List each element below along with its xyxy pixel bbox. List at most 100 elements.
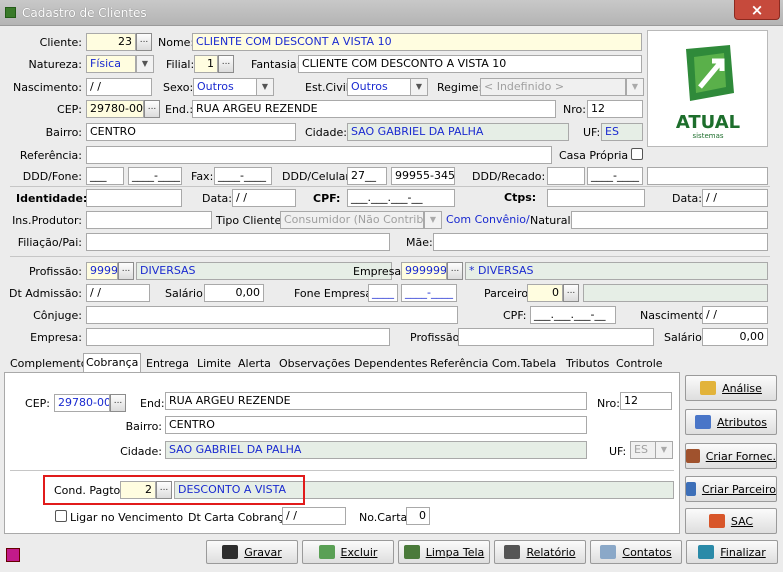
nome-field[interactable]: CLIENTE COM DESCONT A VISTA 10	[192, 33, 642, 51]
contatos-button[interactable]: Contatos	[590, 540, 682, 564]
parceiro-code-field[interactable]: 0	[527, 284, 563, 302]
natureza-dropdown-icon[interactable]: ▼	[136, 55, 154, 73]
nocarta-field[interactable]: 0	[406, 507, 430, 525]
identidade-field[interactable]	[86, 189, 182, 207]
parceiro-desc-field[interactable]	[583, 284, 768, 302]
nasc2-field[interactable]: / /	[702, 306, 768, 324]
dtcarta-field[interactable]: / /	[282, 507, 346, 525]
dddrec-ddd-field[interactable]	[547, 167, 585, 185]
insprod-field[interactable]	[86, 211, 212, 229]
cep-search-button[interactable]: ...	[144, 100, 160, 118]
cep-field[interactable]: 29780-000	[86, 100, 144, 118]
tab-referencia-com[interactable]: Referência Com.	[428, 355, 523, 373]
cob-uf-dropdown-icon[interactable]: ▼	[655, 441, 673, 459]
data1-field[interactable]: / /	[232, 189, 296, 207]
nascimento-field[interactable]: / /	[86, 78, 152, 96]
relatorio-button[interactable]: Relatório	[494, 540, 586, 564]
salario2-field[interactable]: 0,00	[702, 328, 768, 346]
empresa-desc-field[interactable]: * DIVERSAS	[465, 262, 768, 280]
uf-field[interactable]: ES	[601, 123, 643, 141]
excluir-button[interactable]: Excluir	[302, 540, 394, 564]
cob-cidade-field[interactable]: SAO GABRIEL DA PALHA	[165, 441, 587, 459]
cob-cep-field[interactable]: 29780-000	[54, 394, 110, 412]
filial-field[interactable]: 1	[194, 55, 218, 73]
dddfone-ddd-field[interactable]: ___	[86, 167, 124, 185]
dddrec-number-field[interactable]: ____-____	[587, 167, 643, 185]
sexo-dropdown-icon[interactable]: ▼	[256, 78, 274, 96]
close-button[interactable]: ×	[734, 0, 780, 20]
tab-cobranca[interactable]: Cobrança	[83, 353, 142, 373]
nro-field[interactable]: 12	[587, 100, 643, 118]
data2-field[interactable]: / /	[702, 189, 768, 207]
bairro-label: Bairro:	[45, 126, 82, 139]
cliente-code-field[interactable]: 23	[86, 33, 136, 51]
empresa2-field[interactable]	[86, 328, 390, 346]
tipocli-select[interactable]: Consumidor (Não Contribuinte	[280, 211, 424, 229]
tipocli-dropdown-icon[interactable]: ▼	[424, 211, 442, 229]
cob-uf-select[interactable]: ES	[630, 441, 656, 459]
estcivil-select[interactable]: Outros	[347, 78, 411, 96]
cob-end-field[interactable]: RUA ARGEU REZENDE	[165, 392, 587, 410]
criar-parceiro-button[interactable]: Criar Parceiro	[685, 476, 777, 502]
finalizar-button[interactable]: Finalizar	[686, 540, 778, 564]
tab-controle[interactable]: Controle	[614, 355, 665, 373]
cpf2-field[interactable]: ___.___.___-__	[530, 306, 616, 324]
filiacao-field[interactable]	[86, 233, 390, 251]
tab-observacoes[interactable]: Observações	[277, 355, 352, 373]
tab-dependentes[interactable]: Dependentes	[352, 355, 430, 373]
foneempresa-ddd-field[interactable]: ____	[368, 284, 398, 302]
tab-limite[interactable]: Limite	[195, 355, 233, 373]
filial-search-button[interactable]: ...	[218, 55, 234, 73]
tab-alerta[interactable]: Alerta	[236, 355, 273, 373]
ctps-field[interactable]	[547, 189, 645, 207]
limpa-tela-button[interactable]: Limpa Tela	[398, 540, 490, 564]
dddfone-number-field[interactable]: ____-____	[128, 167, 182, 185]
bairro-field[interactable]: CENTRO	[86, 123, 296, 141]
tab-complemento[interactable]: Complemento	[8, 355, 89, 373]
tab-entrega[interactable]: Entrega	[144, 355, 191, 373]
natureza-select[interactable]: Física	[86, 55, 136, 73]
profissao-search-button[interactable]: ...	[118, 262, 134, 280]
regime-dropdown-icon[interactable]: ▼	[626, 78, 644, 96]
tab-tributos[interactable]: Tributos	[564, 355, 611, 373]
salario-field[interactable]: 0,00	[204, 284, 264, 302]
ligar-vencimento-checkbox[interactable]	[55, 510, 67, 522]
cpf-field[interactable]: ___.___.___-__	[347, 189, 455, 207]
referencia-field[interactable]	[86, 146, 552, 164]
dddrec-extra-field[interactable]	[647, 167, 768, 185]
parceiro-search-button[interactable]: ...	[563, 284, 579, 302]
empresa-code-field[interactable]: 999999	[401, 262, 447, 280]
fax-field[interactable]: ____-____	[214, 167, 272, 185]
regime-select[interactable]: < Indefinido >	[480, 78, 626, 96]
excluir-label: Excluir	[340, 545, 378, 559]
dddcel-ddd-field[interactable]: 27__	[347, 167, 387, 185]
cob-bairro-field[interactable]: CENTRO	[165, 416, 587, 434]
tab-tabela[interactable]: Tabela	[519, 355, 558, 373]
sexo-select[interactable]: Outros	[193, 78, 257, 96]
end-field[interactable]: RUA ARGEU REZENDE	[192, 100, 556, 118]
cob-cep-search-button[interactable]: ...	[110, 394, 126, 412]
cliente-label: Cliente:	[39, 36, 82, 49]
fantasia-field[interactable]: CLIENTE COM DESCONTO A VISTA 10	[298, 55, 642, 73]
sac-button[interactable]: SAC	[685, 508, 777, 534]
casa-propria-checkbox[interactable]	[631, 148, 643, 160]
atributos-button[interactable]: Atributos	[685, 409, 777, 435]
natural-field[interactable]	[571, 211, 768, 229]
cob-nro-field[interactable]: 12	[620, 392, 672, 410]
foneempresa-number-field[interactable]: ____-____	[401, 284, 457, 302]
estcivil-dropdown-icon[interactable]: ▼	[410, 78, 428, 96]
conjuge-field[interactable]	[86, 306, 458, 324]
criar-fornec-button[interactable]: Criar Fornec.	[685, 443, 777, 469]
profissao2-label: Profissão:	[410, 331, 464, 344]
cidade-field[interactable]: SAO GABRIEL DA PALHA	[347, 123, 569, 141]
dtadmissao-field[interactable]: / /	[86, 284, 150, 302]
gravar-button[interactable]: Gravar	[206, 540, 298, 564]
profissao2-field[interactable]	[458, 328, 654, 346]
analise-button[interactable]: Análise	[685, 375, 777, 401]
empresa-search-button[interactable]: ...	[447, 262, 463, 280]
dddcel-number-field[interactable]: 99955-3450	[391, 167, 455, 185]
identidade-label: Identidade:	[16, 192, 88, 205]
cliente-search-button[interactable]: ...	[136, 33, 152, 51]
mae-field[interactable]	[433, 233, 768, 251]
profissao-code-field[interactable]: 9999	[86, 262, 118, 280]
